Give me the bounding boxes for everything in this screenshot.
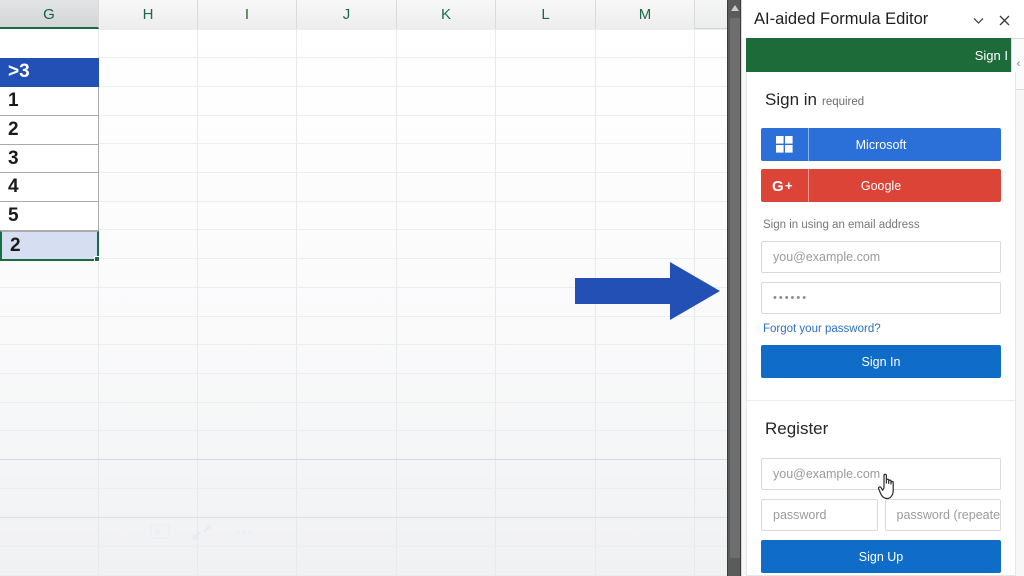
- signin-google-label: Google: [860, 178, 902, 193]
- column-header-m[interactable]: M: [596, 0, 695, 29]
- register-submit-button[interactable]: Sign Up: [761, 540, 1001, 573]
- cell-g-value-5[interactable]: 5: [0, 202, 99, 231]
- column-header-row: G H I J K L M: [0, 0, 727, 29]
- vertical-scrollbar-thumb[interactable]: [730, 18, 740, 558]
- close-icon[interactable]: [993, 9, 1015, 31]
- screen: >3 1 2 3 4 5 2 G H I J K L M AI-aided Fo…: [0, 0, 1024, 576]
- signin-email-input[interactable]: you@example.com: [761, 241, 1001, 273]
- register-heading: Register: [765, 419, 829, 438]
- cell-g-criteria[interactable]: >3: [0, 58, 99, 87]
- signin-microsoft-label: Microsoft: [855, 137, 907, 152]
- column-header-h[interactable]: H: [99, 0, 198, 29]
- register-password-row: password password (repeated): [761, 499, 1001, 531]
- cell-g-value-2[interactable]: 2: [0, 116, 99, 145]
- app-bar-signin-label[interactable]: Sign I: [975, 48, 1008, 63]
- cell-g-value-4[interactable]: 4: [0, 173, 99, 202]
- signin-microsoft-button[interactable]: Microsoft: [761, 128, 1001, 161]
- register-email-input[interactable]: you@example.com: [761, 458, 1001, 490]
- column-header-j[interactable]: J: [297, 0, 397, 29]
- fill-handle[interactable]: [94, 256, 100, 262]
- cell-g-result[interactable]: 2: [0, 231, 100, 262]
- chevron-down-icon[interactable]: [967, 9, 989, 31]
- svg-text:G: G: [772, 178, 784, 194]
- vertical-scrollbar[interactable]: [727, 0, 741, 576]
- scroll-up-arrow-icon[interactable]: [731, 5, 739, 11]
- register-password-input[interactable]: password: [761, 499, 878, 531]
- task-pane: AI-aided Formula Editor Sign I ‹ Sign in…: [741, 0, 1024, 576]
- column-header-l[interactable]: L: [496, 0, 596, 29]
- spreadsheet: >3 1 2 3 4 5 2 G H I J K L M: [0, 0, 727, 576]
- addin-webview: Sign I ‹ Sign in required Microsoft G + …: [742, 38, 1024, 576]
- task-pane-titlebar: AI-aided Formula Editor: [742, 0, 1024, 38]
- microsoft-windows-icon: [761, 128, 809, 161]
- cell-g-blank[interactable]: [0, 29, 99, 58]
- cell-g-value-1[interactable]: 1: [0, 87, 99, 116]
- page-title: AI-aided Formula Editor: [754, 9, 929, 28]
- signin-submit-button[interactable]: Sign In: [761, 345, 1001, 378]
- column-header-g[interactable]: G: [0, 0, 99, 29]
- annotation-arrow-right: [575, 262, 720, 325]
- signin-heading-note: required: [821, 96, 865, 108]
- cell-g-result-text: 2: [10, 234, 21, 256]
- google-plus-icon: G +: [761, 169, 809, 202]
- signin-google-button[interactable]: G + Google: [761, 169, 1001, 202]
- signin-password-input[interactable]: ••••••: [761, 282, 1001, 314]
- signin-email-hint: Sign in using an email address: [763, 219, 920, 231]
- svg-text:+: +: [785, 178, 793, 193]
- app-green-bar: Sign I: [746, 38, 1016, 72]
- column-header-k[interactable]: K: [397, 0, 496, 29]
- register-password-repeat-input[interactable]: password (repeated): [884, 499, 1001, 531]
- signin-heading: Sign in required: [747, 90, 1015, 110]
- forgot-password-link[interactable]: Forgot your password?: [747, 323, 1015, 335]
- cell-g-value-3[interactable]: 3: [0, 145, 99, 173]
- auth-card: Sign in required Microsoft G + Google Si…: [746, 72, 1016, 576]
- signin-heading-text: Sign in: [765, 90, 817, 109]
- column-header-i[interactable]: I: [198, 0, 297, 29]
